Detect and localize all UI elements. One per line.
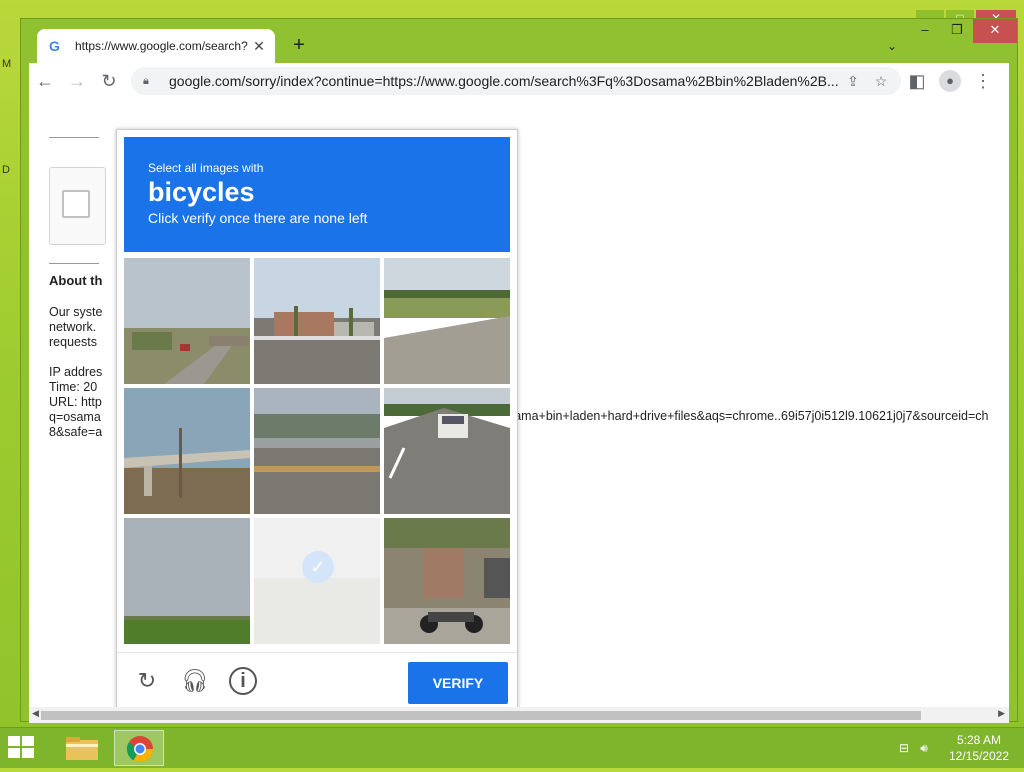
verify-button[interactable]: VERIFY xyxy=(408,662,508,704)
clock-date: 12/15/2022 xyxy=(948,749,1010,763)
side-panel-icon[interactable]: ◧ xyxy=(901,65,933,97)
details-paragraph: IP addres Time: 20 URL: http q=osama 8&s… xyxy=(49,365,102,440)
network-icon[interactable]: ⊟ xyxy=(894,741,914,755)
target-object: bicycles xyxy=(148,177,255,207)
recaptcha-challenge-dialog: Select all images with bicycles Click ve… xyxy=(116,129,518,711)
horizontal-scrollbar[interactable]: ◀ ▶ xyxy=(29,707,1009,723)
paragraph-line: requests xyxy=(49,335,97,349)
bookmark-star-icon[interactable]: ☆ xyxy=(867,73,895,90)
clock[interactable]: 5:28 AM 12/15/2022 xyxy=(934,732,1024,764)
paragraph-line: Time: 20 xyxy=(49,380,98,394)
window-close-button[interactable]: ✕ xyxy=(973,19,1017,43)
scroll-right-icon[interactable]: ▶ xyxy=(998,708,1005,719)
tab-title: https://www.google.com/search? xyxy=(75,39,248,53)
explanation-paragraph: Our syste network. requests xyxy=(49,305,103,350)
paragraph-line: q=osama xyxy=(49,410,101,424)
headphones-icon[interactable]: 🎧︎ xyxy=(181,667,209,695)
browser-toolbar: ← → ↻ 🔒︎ google.com/sorry/index?continue… xyxy=(29,63,1009,99)
captcha-tile-selected[interactable]: ✓ xyxy=(254,518,380,644)
paragraph-line: IP addres xyxy=(49,365,103,379)
lock-icon[interactable]: 🔒︎ xyxy=(143,75,157,88)
chrome-icon[interactable] xyxy=(114,730,164,766)
tab-close-icon[interactable]: ✕ xyxy=(251,38,267,55)
reload-icon[interactable]: ↻ xyxy=(93,65,125,97)
captcha-tile-building[interactable] xyxy=(254,258,380,384)
captcha-tile-road-truck[interactable] xyxy=(384,388,510,514)
page-viewport: About th Our syste network. requests IP … xyxy=(29,99,1009,723)
checkmark-icon: ✓ xyxy=(302,551,334,583)
challenge-footer: ↻ 🎧︎ i VERIFY xyxy=(117,652,517,711)
recaptcha-checkbox[interactable] xyxy=(62,190,90,218)
motorcycle-street-scene-image xyxy=(384,518,510,644)
info-icon[interactable]: i xyxy=(229,667,257,695)
scrollbar-thumb[interactable] xyxy=(41,711,921,720)
windows-start-icon[interactable] xyxy=(8,736,38,760)
taskbar: ⊟ 🔊︎ 5:28 AM 12/15/2022 xyxy=(0,727,1024,768)
system-tray: ⊟ 🔊︎ 5:28 AM 12/15/2022 xyxy=(894,728,1024,768)
desktop-edge-text: D xyxy=(2,164,10,176)
captcha-tile-overpass[interactable] xyxy=(124,388,250,514)
address-bar[interactable]: 🔒︎ google.com/sorry/index?continue=https… xyxy=(131,67,901,95)
captcha-tile-motorcycle[interactable] xyxy=(384,518,510,644)
restore-button[interactable]: ❐ xyxy=(941,19,973,43)
desktop-edge-text: M xyxy=(2,58,12,70)
captcha-tile-bridge[interactable] xyxy=(254,388,380,514)
reload-icon[interactable]: ↻ xyxy=(133,667,161,695)
sky-field-scene-image xyxy=(124,518,250,644)
street-scene-image xyxy=(124,258,250,384)
scroll-left-icon[interactable]: ◀ xyxy=(32,708,39,719)
minimize-button[interactable]: – xyxy=(909,19,941,43)
file-explorer-icon[interactable] xyxy=(58,730,108,766)
browser-tab[interactable]: G https://www.google.com/search? ✕ xyxy=(37,29,275,63)
road-truck-scene-image xyxy=(384,388,510,514)
highway-field-scene-image xyxy=(384,258,510,384)
recaptcha-checkbox-widget xyxy=(49,167,106,245)
address-url[interactable]: google.com/sorry/index?continue=https://… xyxy=(169,73,839,89)
captcha-tile-street[interactable] xyxy=(124,258,250,384)
profile-avatar-icon[interactable]: ● xyxy=(939,70,961,92)
chrome-logo-icon xyxy=(126,736,154,763)
instruction-detail: Click verify once there are none left xyxy=(148,210,368,226)
paragraph-line: URL: http xyxy=(49,395,102,409)
volume-icon[interactable]: 🔊︎ xyxy=(914,741,934,756)
window-controls: – ❐ ✕ xyxy=(909,19,1017,43)
google-favicon-icon: G xyxy=(49,38,60,54)
building-scene-image xyxy=(254,258,380,384)
blocked-url-text: osama+bin+laden+hard+drive+files&aqs=chr… xyxy=(501,409,989,423)
overpass-scene-image xyxy=(124,388,250,514)
forward-arrow-icon[interactable]: → xyxy=(61,65,93,97)
captcha-tile-sky-field[interactable] xyxy=(124,518,250,644)
browser-window: G https://www.google.com/search? ✕ + ⌄ –… xyxy=(20,18,1018,723)
paragraph-line: 8&safe=a xyxy=(49,425,103,439)
about-heading: About th xyxy=(49,273,103,288)
clock-time: 5:28 AM xyxy=(956,733,1002,747)
divider xyxy=(49,137,99,138)
challenge-header: Select all images with bicycles Click ve… xyxy=(124,137,510,252)
menu-kebab-icon[interactable]: ⋮ xyxy=(967,65,999,97)
divider xyxy=(49,263,99,264)
paragraph-line: network. xyxy=(49,320,97,334)
new-tab-button[interactable]: + xyxy=(289,34,309,57)
tab-search-chevron-icon[interactable]: ⌄ xyxy=(887,39,897,53)
image-grid: ✓ xyxy=(124,258,510,644)
share-icon[interactable]: ⇪ xyxy=(839,73,867,90)
captcha-tile-highway[interactable] xyxy=(384,258,510,384)
folder-icon xyxy=(66,737,98,760)
bridge-road-scene-image xyxy=(254,388,380,514)
instruction-intro: Select all images with xyxy=(148,161,264,175)
tab-strip: G https://www.google.com/search? ✕ + ⌄ –… xyxy=(21,19,1017,63)
paragraph-line: Our syste xyxy=(49,305,103,319)
back-arrow-icon[interactable]: ← xyxy=(29,65,61,97)
